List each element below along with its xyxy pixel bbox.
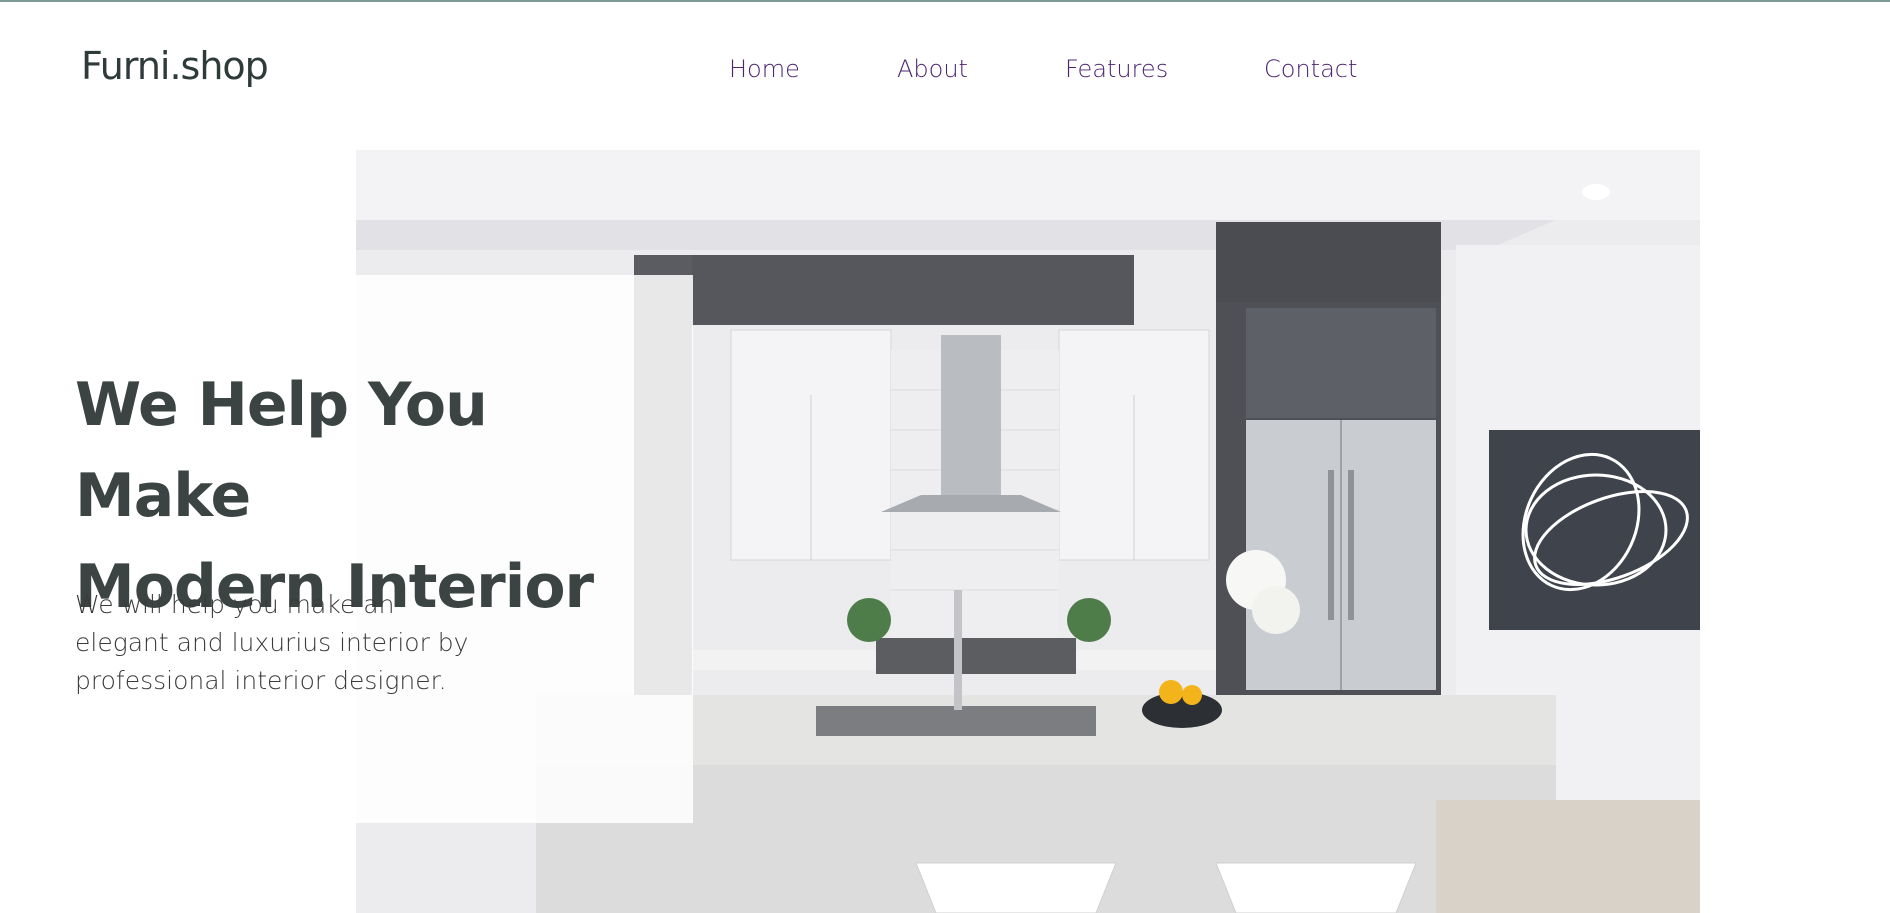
site-logo[interactable]: Furni.shop — [81, 44, 269, 88]
top-accent-line — [0, 0, 1890, 2]
nav-link-home[interactable]: Home — [729, 55, 800, 83]
hero-subtext: We will help you make an elegant and lux… — [75, 590, 469, 695]
nav-link-features[interactable]: Features — [1065, 55, 1168, 83]
nav-link-contact[interactable]: Contact — [1264, 55, 1357, 83]
hero-headline-line1: We Help You Make — [75, 370, 488, 531]
nav-link-about[interactable]: About — [897, 55, 968, 83]
